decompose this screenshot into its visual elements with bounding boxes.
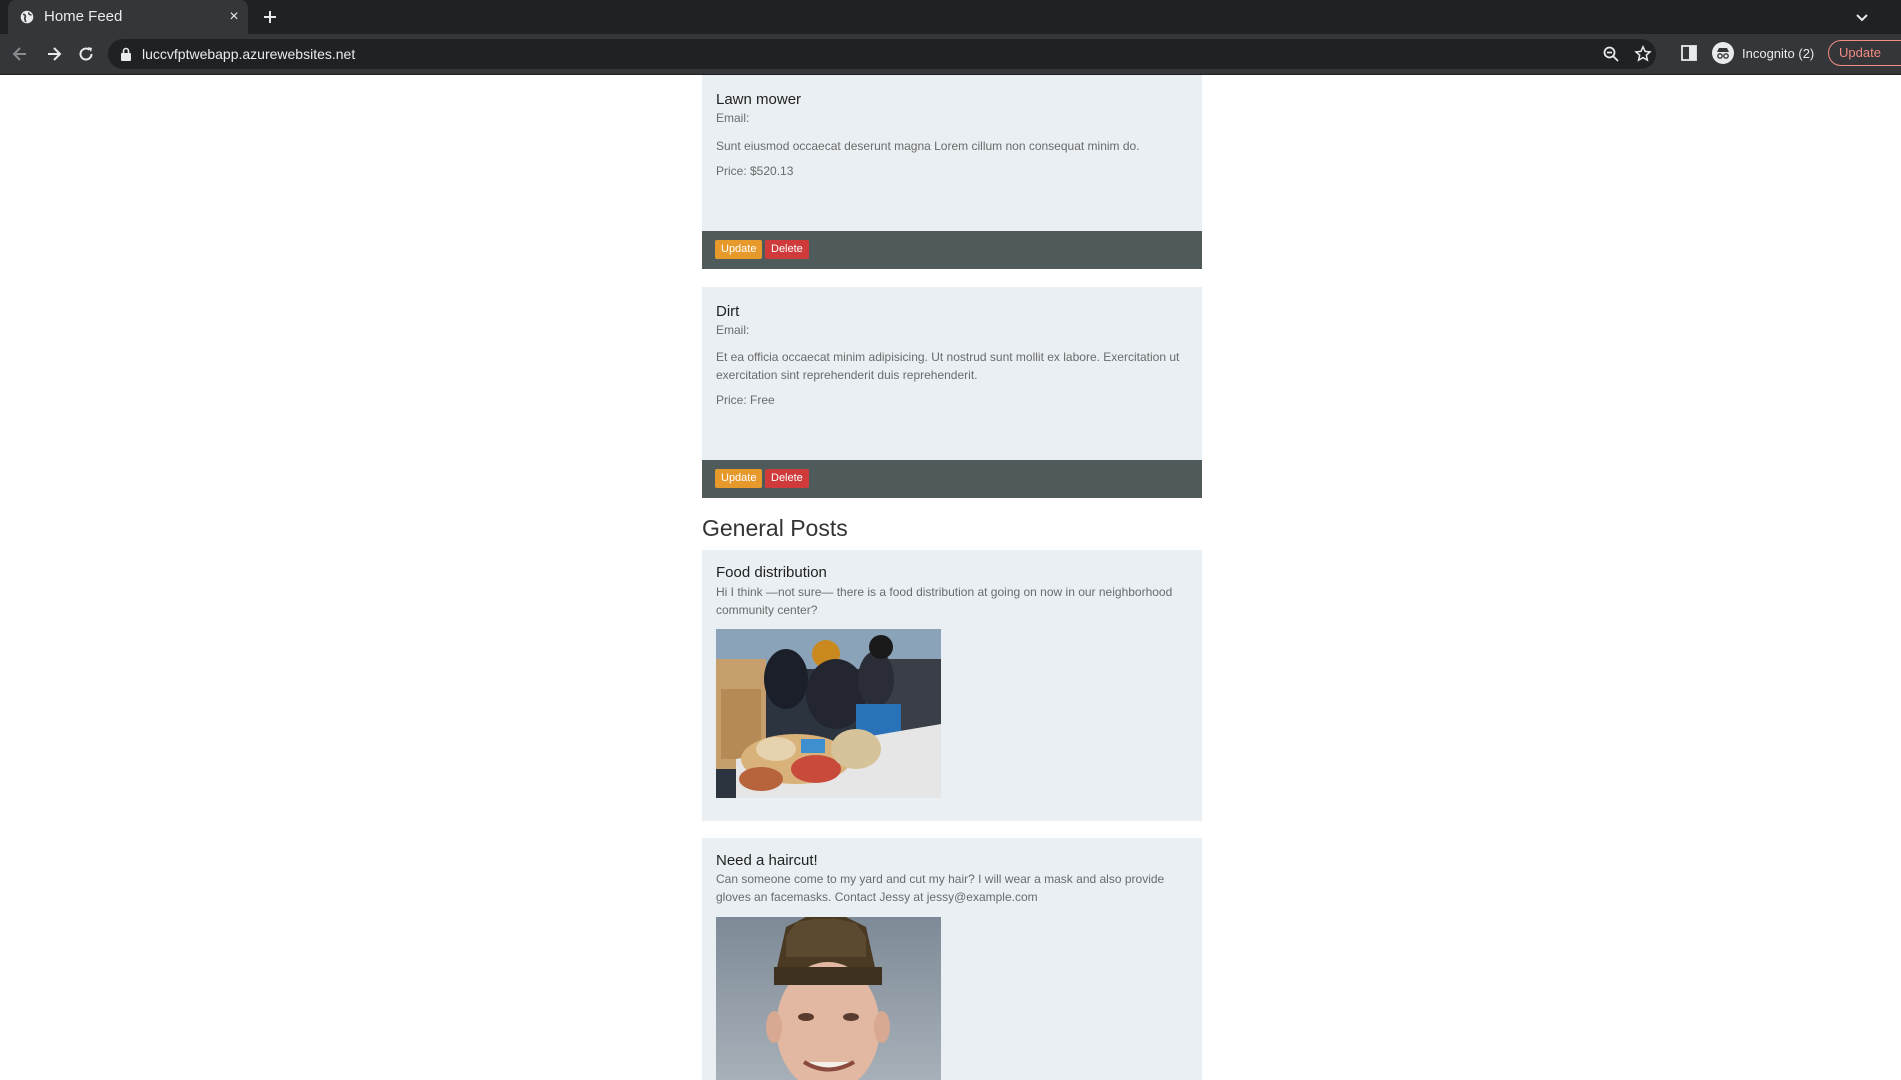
reload-icon[interactable]	[76, 44, 96, 64]
listing-card: Lawn mower Email: Sunt eiusmod occaecat …	[702, 75, 1202, 269]
listing-email: Email:	[716, 111, 750, 125]
haircut-portrait-image	[716, 917, 941, 1080]
bookmark-star-icon[interactable]	[1634, 45, 1652, 63]
globe-icon	[20, 10, 34, 24]
tab-title: Home Feed	[44, 8, 123, 25]
listing-title: Dirt	[716, 303, 740, 320]
lock-icon[interactable]	[120, 47, 132, 61]
browser-update-button[interactable]: Update	[1828, 40, 1901, 66]
forward-arrow-icon[interactable]	[44, 44, 64, 64]
page-content: Lawn mower Email: Sunt eiusmod occaecat …	[0, 75, 1901, 1080]
post-card: Need a haircut! Can someone come to my y…	[702, 838, 1202, 1080]
post-body: Can someone come to my yard and cut my h…	[716, 872, 1165, 904]
post-title: Food distribution	[716, 564, 827, 581]
browser-tab[interactable]: Home Feed ×	[8, 0, 248, 34]
listing-title: Lawn mower	[716, 91, 802, 108]
update-button[interactable]: Update	[715, 240, 763, 259]
tab-close-icon[interactable]: ×	[224, 7, 244, 27]
post-body: Hi I think —not sure— there is a food di…	[716, 585, 1173, 617]
url-text[interactable]: luccvfptwebapp.azurewebsites.net	[142, 39, 355, 69]
listing-email: Email:	[716, 323, 750, 337]
general-posts-heading: General Posts	[702, 515, 848, 541]
listing-price: Price: Free	[716, 393, 775, 407]
incognito-profile-button[interactable]: Incognito (2)	[1706, 39, 1822, 67]
listing-price: Price: $520.13	[716, 164, 794, 178]
incognito-icon	[1712, 42, 1734, 64]
listing-actions: Update Delete	[702, 460, 1202, 498]
side-panel-icon[interactable]	[1680, 44, 1698, 62]
listing-description: Sunt eiusmod occaecat deserunt magna Lor…	[716, 139, 1140, 153]
address-bar[interactable]: luccvfptwebapp.azurewebsites.net	[108, 39, 1656, 69]
incognito-label: Incognito (2)	[1742, 45, 1815, 61]
tab-strip: Home Feed ×	[0, 0, 1901, 34]
delete-button[interactable]: Delete	[765, 469, 809, 488]
update-button[interactable]: Update	[715, 469, 763, 488]
tab-search-chevron-icon[interactable]	[1852, 7, 1872, 27]
back-arrow-icon[interactable]	[10, 44, 30, 64]
food-distribution-image	[716, 629, 941, 798]
listing-description: Et ea officia occaecat minim adipisicing…	[716, 350, 1180, 382]
zoom-icon[interactable]	[1602, 45, 1620, 63]
post-title: Need a haircut!	[716, 852, 818, 869]
new-tab-icon[interactable]	[260, 7, 280, 27]
browser-toolbar: luccvfptwebapp.azurewebsites.net	[0, 34, 1901, 75]
browser-update-label: Update	[1839, 45, 1881, 60]
listing-actions: Update Delete	[702, 231, 1202, 269]
post-card: Food distribution Hi I think —not sure— …	[702, 550, 1202, 821]
listing-card: Dirt Email: Et ea officia occaecat minim…	[702, 287, 1202, 498]
delete-button[interactable]: Delete	[765, 240, 809, 259]
